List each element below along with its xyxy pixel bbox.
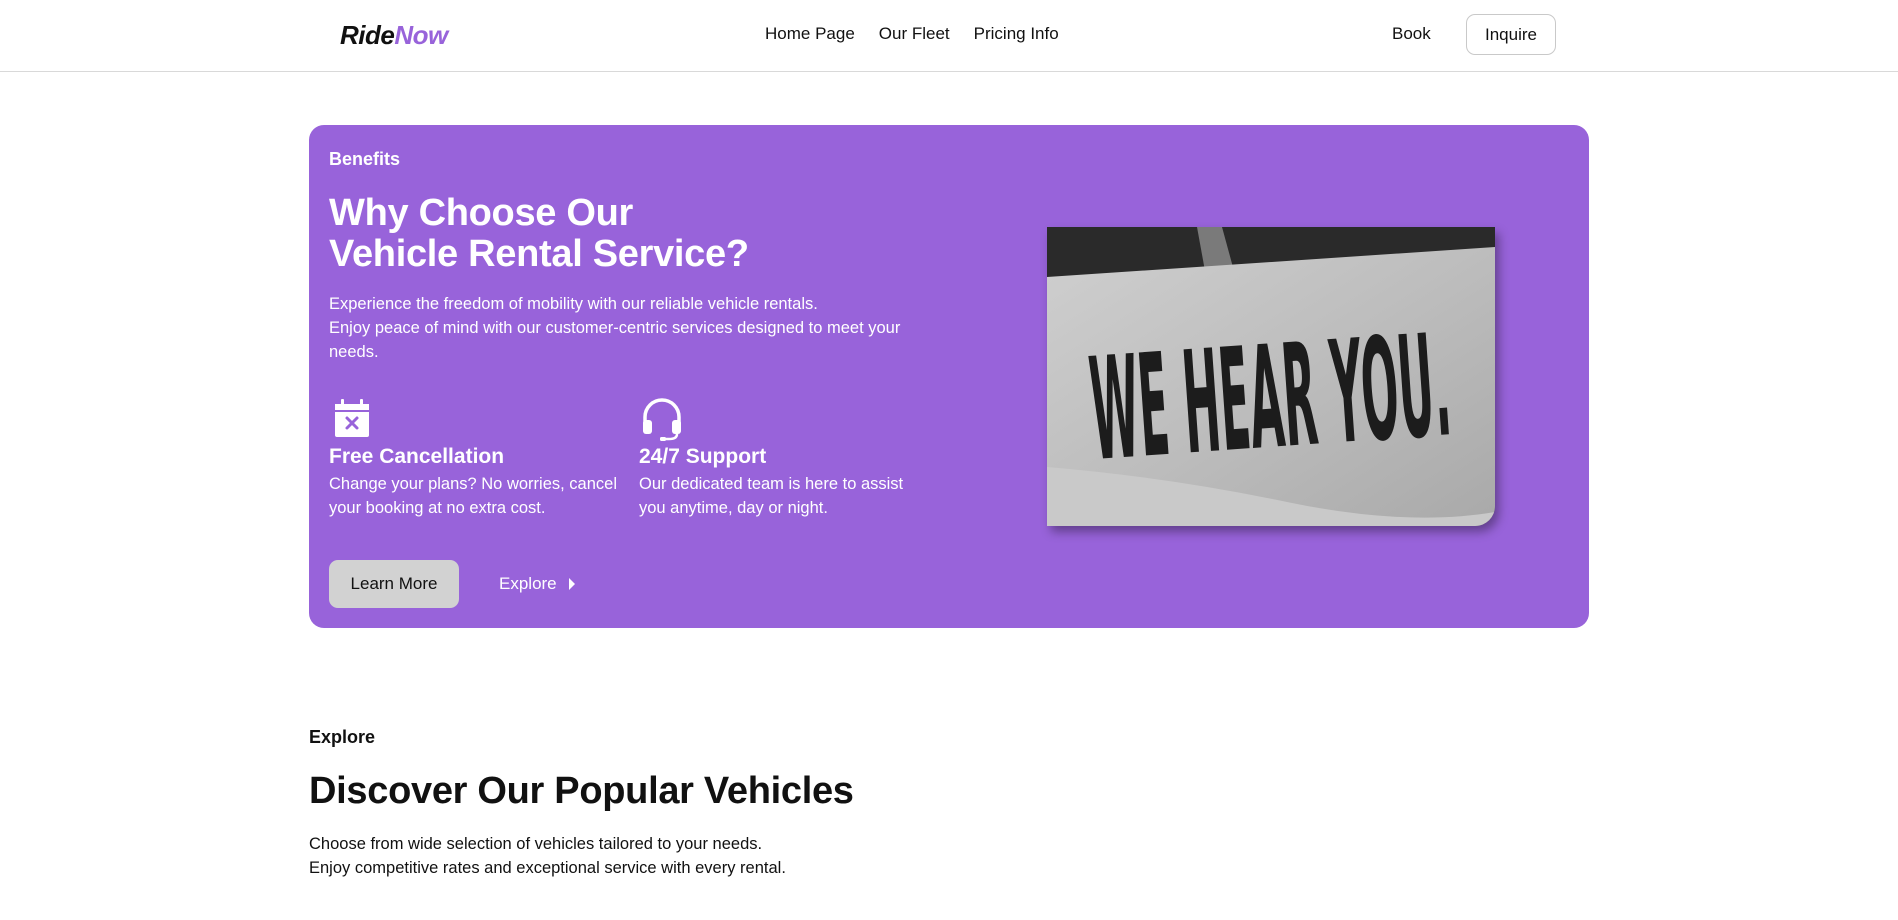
top-navbar: RideNow Home Page Our Fleet Pricing Info… [0, 0, 1898, 72]
sign-photo-illustration: WE HEAR YOU. [1047, 227, 1495, 526]
nav-link-pricing[interactable]: Pricing Info [974, 24, 1059, 44]
explore-link[interactable]: Explore [499, 574, 575, 594]
hero-title-line1: Why Choose Our [329, 192, 634, 234]
sign-text: WE HEAR YOU. [1085, 303, 1456, 493]
hero-description: Experience the freedom of mobility with … [329, 292, 919, 364]
calendar-x-icon [335, 399, 369, 437]
feature-support: 24/7 Support Our dedicated team is here … [639, 395, 929, 520]
hero-desc-line1: Experience the freedom of mobility with … [329, 295, 818, 313]
feature-text: Change your plans? No worries, cancel yo… [329, 475, 617, 517]
headset-icon [643, 398, 681, 441]
hero-title: Why Choose Our Vehicle Rental Service? [329, 193, 849, 275]
logo-text-ride: Ride [340, 20, 395, 50]
chevron-right-icon [568, 578, 575, 590]
hero-eyebrow: Benefits [329, 149, 401, 169]
section-desc-line1: Choose from wide selection of vehicles t… [309, 835, 763, 853]
benefits-hero: Benefits Why Choose Our Vehicle Rental S… [309, 125, 1589, 628]
feature-title: 24/7 Support [639, 445, 767, 468]
nav-link-fleet[interactable]: Our Fleet [879, 24, 950, 44]
feature-text: Our dedicated team is here to assist you… [639, 475, 904, 517]
hero-desc-line2: Enjoy peace of mind with our customer-ce… [329, 319, 901, 361]
section-eyebrow: Explore [309, 727, 376, 747]
feature-title: Free Cancellation [329, 445, 505, 468]
book-link[interactable]: Book [1392, 24, 1431, 44]
we-hear-you-sign-image: WE HEAR YOU. [1047, 227, 1495, 526]
section-title: Discover Our Popular Vehicles [309, 770, 854, 812]
logo-text-now: Now [394, 20, 448, 50]
learn-more-button[interactable]: Learn More [329, 560, 459, 608]
logo[interactable]: RideNow [340, 20, 448, 51]
section-desc-line2: Enjoy competitive rates and exceptional … [309, 859, 786, 877]
section-description: Choose from wide selection of vehicles t… [309, 832, 909, 880]
explore-label: Explore [499, 574, 557, 593]
nav-link-home[interactable]: Home Page [765, 24, 855, 44]
feature-free-cancellation: Free Cancellation Change your plans? No … [329, 395, 619, 520]
nav-links: Home Page Our Fleet Pricing Info [765, 24, 1059, 44]
inquire-button[interactable]: Inquire [1466, 14, 1556, 55]
hero-title-line2: Vehicle Rental Service? [329, 233, 749, 275]
